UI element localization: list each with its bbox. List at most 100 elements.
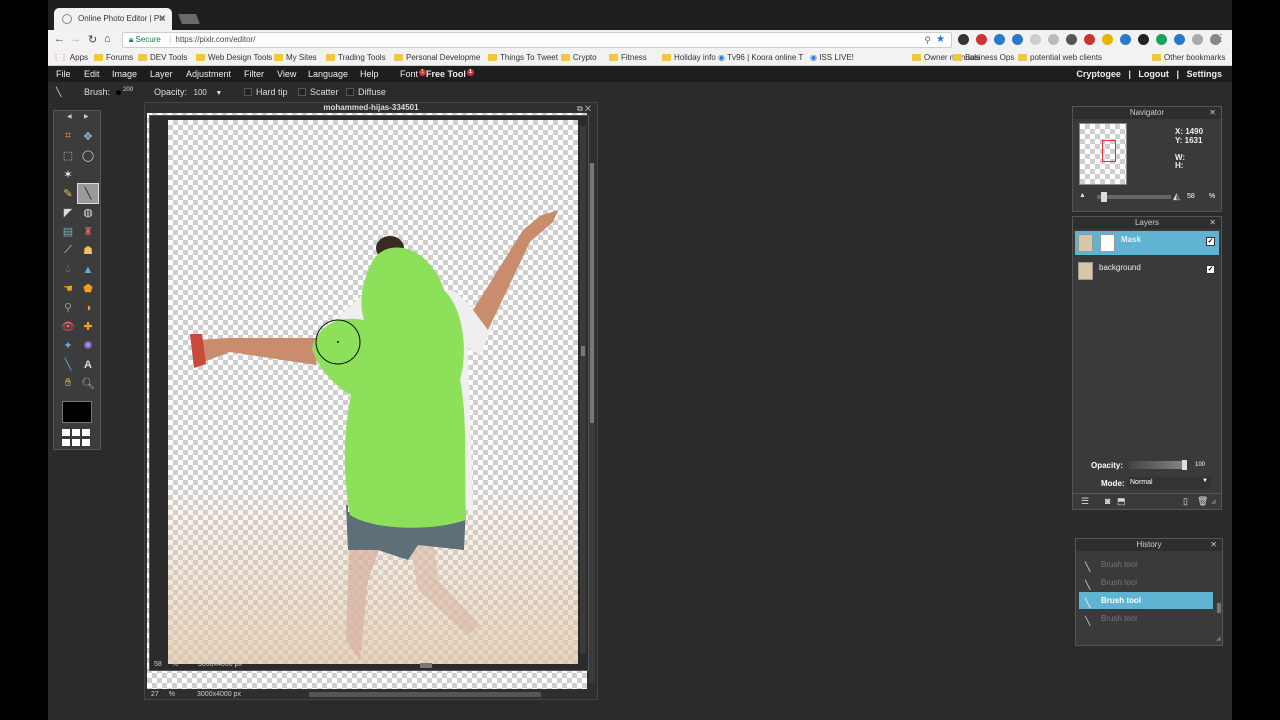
menu-font[interactable]: Font 1 bbox=[400, 69, 427, 79]
extension-icon[interactable] bbox=[1048, 34, 1059, 45]
hard-tip-checkbox[interactable] bbox=[244, 88, 252, 96]
zoom-tool-icon[interactable]: 🔍︎ bbox=[78, 374, 98, 393]
extension-icon[interactable] bbox=[1012, 34, 1023, 45]
bookmark-item[interactable]: ◉ Tv96 | Koora online T bbox=[718, 53, 803, 62]
menu-layer[interactable]: Layer bbox=[150, 69, 173, 79]
hand-tool-icon[interactable]: ✋︎ bbox=[58, 374, 78, 393]
new-tab-button[interactable] bbox=[178, 14, 200, 24]
zoom-in-icon[interactable]: ◭ bbox=[1173, 191, 1180, 202]
resize-grip-icon[interactable]: ◢ bbox=[1216, 635, 1221, 642]
history-item[interactable]: ╲ Brush tool bbox=[1079, 610, 1213, 627]
magic-wand-tool-icon[interactable]: ✶ bbox=[58, 165, 78, 184]
diffuse-checkbox[interactable] bbox=[346, 88, 354, 96]
extension-icon[interactable] bbox=[1084, 34, 1095, 45]
blur-tool-icon[interactable]: 💧︎ bbox=[58, 260, 78, 279]
add-mask-icon[interactable]: ◙ bbox=[1105, 496, 1110, 506]
extension-icon[interactable] bbox=[1138, 34, 1149, 45]
opacity-option[interactable]: Opacity: 100 ▼ bbox=[154, 87, 222, 97]
menu-file[interactable]: File bbox=[56, 69, 71, 79]
extension-icon[interactable] bbox=[1120, 34, 1131, 45]
delete-layer-icon[interactable]: 🗑︎ bbox=[1197, 496, 1208, 507]
extension-icon[interactable] bbox=[1156, 34, 1167, 45]
layer-visibility-checkbox[interactable]: ✓ bbox=[1206, 237, 1215, 246]
new-layer-icon[interactable]: ▯ bbox=[1183, 496, 1188, 507]
crop-tool-icon[interactable]: ⌗ bbox=[58, 127, 78, 146]
bookmark-item[interactable]: Other bookmarks bbox=[1152, 53, 1225, 62]
settings-link[interactable]: Settings bbox=[1186, 69, 1222, 79]
burn-tool-icon[interactable]: ◑ bbox=[78, 298, 98, 317]
gradient-tool-icon[interactable]: ▤ bbox=[58, 222, 78, 241]
menu-adjustment[interactable]: Adjustment bbox=[186, 69, 231, 79]
opacity-dropdown-icon[interactable]: ▼ bbox=[215, 90, 222, 97]
inner-zoom-status[interactable]: 58 % bbox=[154, 661, 178, 668]
forward-icon[interactable]: → bbox=[70, 33, 81, 45]
move-tool-icon[interactable]: ✥ bbox=[78, 127, 98, 146]
navigator-thumbnail[interactable] bbox=[1079, 123, 1127, 185]
paint-bucket-tool-icon[interactable]: ◍ bbox=[78, 203, 98, 222]
navigator-close-icon[interactable]: ✕ bbox=[1209, 107, 1216, 119]
pencil-tool-icon[interactable]: ✎ bbox=[58, 184, 78, 203]
lasso-tool-icon[interactable]: ◯ bbox=[78, 146, 98, 165]
bookmark-item[interactable]: ◉ ISS LIVE! bbox=[810, 53, 854, 62]
marquee-tool-icon[interactable]: ⬚ bbox=[58, 146, 78, 165]
browser-tab[interactable]: Online Photo Editor | Pix ✕ bbox=[54, 8, 172, 30]
menu-view[interactable]: View bbox=[277, 69, 296, 79]
home-icon[interactable]: ⌂ bbox=[104, 33, 111, 45]
new-layer-settings-icon[interactable]: ⬒ bbox=[1117, 496, 1126, 507]
layer-styles-icon[interactable]: ☰ bbox=[1081, 496, 1089, 507]
navigator-zoom-knob[interactable] bbox=[1101, 192, 1107, 202]
pinch-tool-icon[interactable]: ✺ bbox=[78, 336, 98, 355]
bookmark-item[interactable]: potential web clients bbox=[1018, 53, 1102, 62]
reload-icon[interactable]: ↻ bbox=[88, 33, 97, 46]
clone-stamp-tool-icon[interactable]: ♜ bbox=[78, 222, 98, 241]
diffuse-option[interactable]: Diffuse bbox=[346, 87, 386, 97]
zoom-out-icon[interactable]: ▲ bbox=[1079, 192, 1086, 199]
layer-row-mask[interactable]: Mask ✓ bbox=[1075, 231, 1219, 255]
sponge-tool-icon[interactable]: ⬟ bbox=[78, 279, 98, 298]
menu-free-tool[interactable]: Free Tool 1 bbox=[426, 69, 474, 79]
bookmark-item[interactable]: Forums bbox=[94, 53, 133, 62]
bookmark-item[interactable]: Business Ops bbox=[953, 53, 1014, 62]
inner-horizontal-scroll-thumb[interactable] bbox=[420, 663, 432, 668]
outer-vertical-scrollbar[interactable] bbox=[589, 163, 595, 683]
bookmark-item[interactable]: DEV Tools bbox=[138, 53, 187, 62]
eraser-tool-icon[interactable]: ◤ bbox=[58, 203, 78, 222]
smudge-tool-icon[interactable]: ☚ bbox=[58, 279, 78, 298]
bookmark-item[interactable]: Fitness bbox=[609, 53, 647, 62]
scatter-checkbox[interactable] bbox=[298, 88, 306, 96]
blend-mode-select[interactable]: Normal ▼ bbox=[1127, 477, 1211, 489]
menu-language[interactable]: Language bbox=[308, 69, 348, 79]
bloat-tool-icon[interactable]: ✦ bbox=[58, 336, 78, 355]
extension-icon[interactable] bbox=[1192, 34, 1203, 45]
panel-collapse-right-icon[interactable]: ▶ bbox=[84, 113, 89, 120]
panel-collapse-left-icon[interactable]: ◀ bbox=[67, 113, 72, 120]
menu-edit[interactable]: Edit bbox=[84, 69, 100, 79]
bookmark-item[interactable]: Personal Developme bbox=[394, 53, 480, 62]
bookmark-item[interactable]: Crypto bbox=[561, 53, 597, 62]
layers-close-icon[interactable]: ✕ bbox=[1209, 217, 1216, 229]
outer-horizontal-scrollbar[interactable] bbox=[309, 692, 541, 697]
layer-visibility-checkbox[interactable]: ✓ bbox=[1206, 265, 1215, 274]
menu-image[interactable]: Image bbox=[112, 69, 137, 79]
brush-option[interactable]: Brush: 200 bbox=[84, 87, 133, 97]
navigator-zoom-slider[interactable] bbox=[1097, 192, 1171, 202]
layer-row-background[interactable]: background ✓ bbox=[1075, 259, 1219, 283]
logout-link[interactable]: Logout bbox=[1138, 69, 1169, 79]
color-replace-tool-icon[interactable]: ⟋ bbox=[58, 241, 78, 260]
history-item-active[interactable]: ╲ Brush tool bbox=[1079, 592, 1213, 609]
dodge-tool-icon[interactable]: ⚲ bbox=[58, 298, 78, 317]
navigator-zoom-value[interactable]: 58 bbox=[1187, 193, 1195, 200]
menu-help[interactable]: Help bbox=[360, 69, 379, 79]
tab-close-icon[interactable]: ✕ bbox=[158, 13, 166, 24]
address-bar[interactable]: 🔒︎ Secure | https://pixlr.com/editor/ ⚲ … bbox=[122, 32, 952, 48]
chrome-menu-icon[interactable]: ⋮ bbox=[1216, 33, 1226, 44]
bookmark-item[interactable]: ⋮⋮ Apps bbox=[52, 53, 88, 62]
extension-icon[interactable] bbox=[958, 34, 969, 45]
brush-tool-icon[interactable]: ╲ bbox=[77, 183, 99, 204]
view-grid-icon[interactable] bbox=[62, 429, 92, 447]
bookmark-star-icon[interactable]: ★ bbox=[936, 33, 945, 47]
extension-icon[interactable] bbox=[1066, 34, 1077, 45]
layer-opacity-value[interactable]: 100 bbox=[1195, 462, 1205, 468]
layer-opacity-knob[interactable] bbox=[1182, 460, 1187, 470]
color-picker-tool-icon[interactable]: ╲ bbox=[58, 355, 78, 374]
